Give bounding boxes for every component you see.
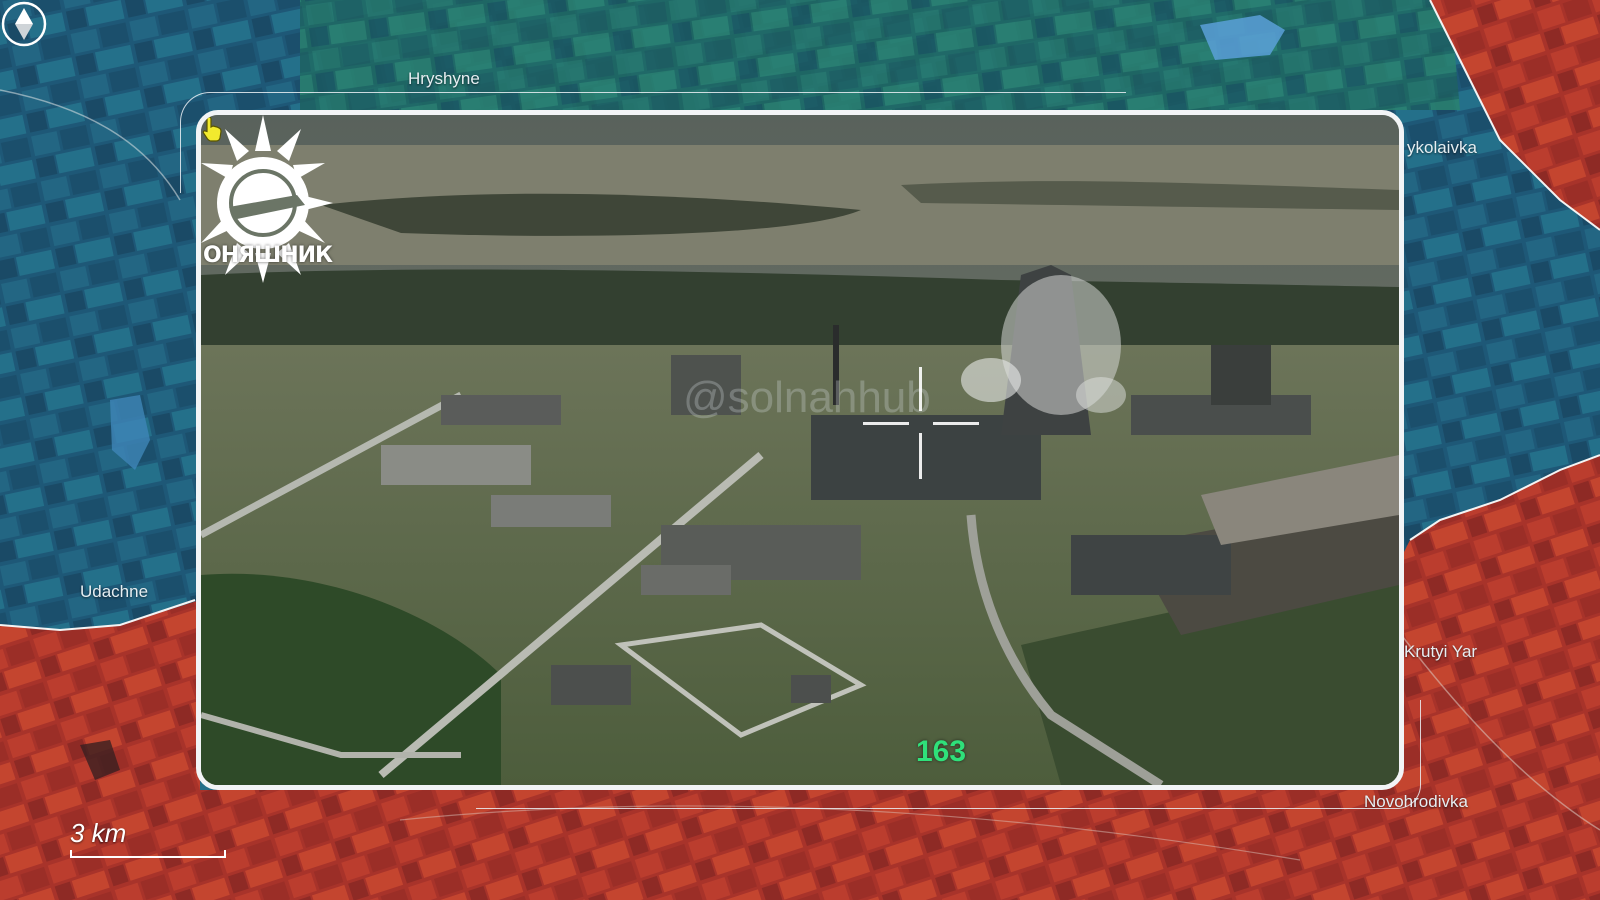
crosshair-left [863,422,909,425]
place-label-mykolaivka: ykolaivka [1407,138,1477,157]
place-label-krutyi-yar: Krutyi Yar [1404,642,1478,661]
hand-cursor-icon [202,116,222,142]
logo-text: ОНЯШНИК [203,243,333,268]
place-label-udachne: Udachne [80,582,149,601]
crosshair-top [919,367,922,411]
scale-bar [70,850,226,858]
frame-counter: 163 [916,735,967,768]
video-scene [201,115,1399,785]
video-frame[interactable]: ОНЯШНИК @solnahhub 163 [196,110,1404,790]
place-label-hryshyne: Hryshyne [408,69,480,88]
crosshair-right [933,422,979,425]
scale-label: 3 km [70,818,127,848]
crosshair-bottom [919,433,922,479]
channel-watermark: @solnahhub [683,373,931,422]
compass-north-icon[interactable] [0,0,48,48]
